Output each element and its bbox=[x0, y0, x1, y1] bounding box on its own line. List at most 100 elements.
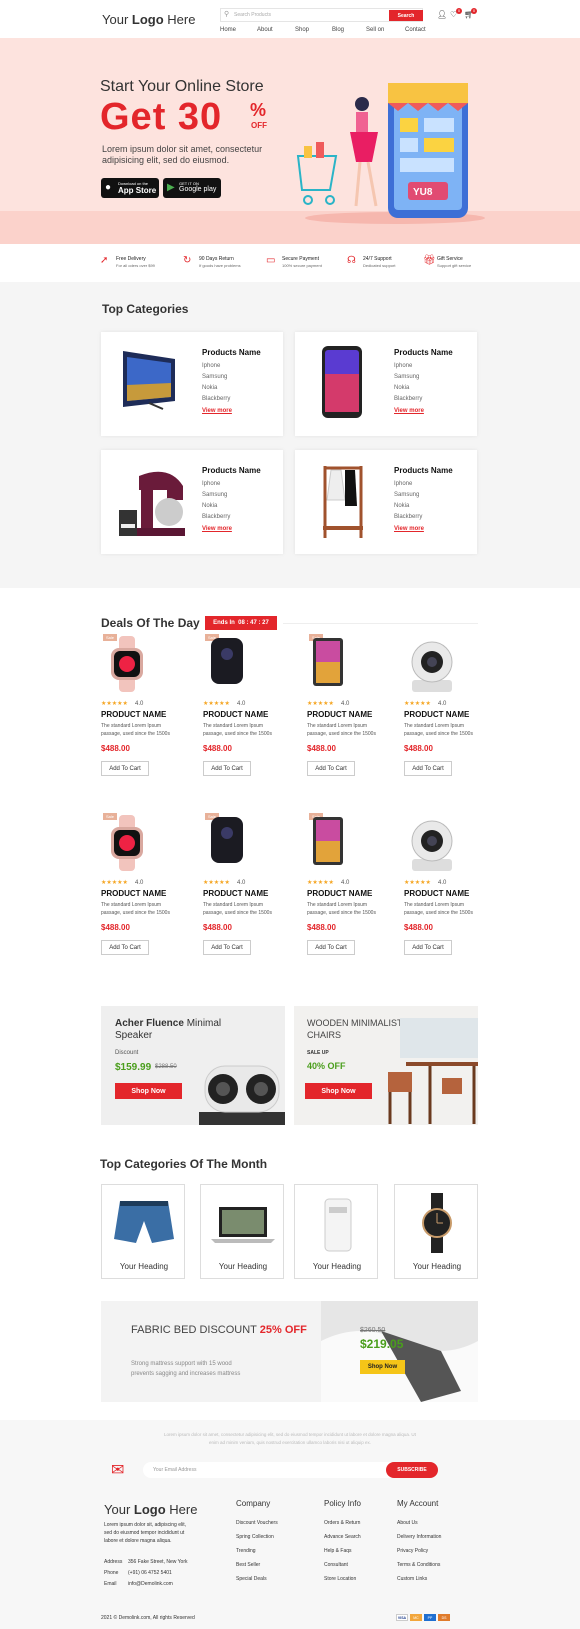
rating-stars: ★★★★★ bbox=[101, 701, 128, 707]
nav-sell-on[interactable]: Sell on bbox=[366, 27, 384, 33]
footer-link[interactable]: Advance Search bbox=[324, 1534, 361, 1540]
add-to-cart-button[interactable]: Add To Cart bbox=[307, 761, 355, 776]
add-to-cart-button[interactable]: Add To Cart bbox=[307, 940, 355, 955]
footer-link[interactable]: Privacy Policy bbox=[397, 1548, 441, 1554]
nav-contact[interactable]: Contact bbox=[405, 27, 426, 33]
product-image bbox=[408, 636, 456, 701]
subscribe-button[interactable]: SUBSCRIBE bbox=[386, 1462, 438, 1478]
deals-divider bbox=[283, 623, 478, 624]
nav-shop[interactable]: Shop bbox=[295, 27, 309, 33]
add-to-cart-button[interactable]: Add To Cart bbox=[404, 940, 452, 955]
phone-label: YU8 bbox=[413, 187, 433, 198]
category-item[interactable]: Blackberry bbox=[394, 512, 422, 523]
product-name[interactable]: PRODUCT NAME bbox=[203, 889, 268, 898]
view-more-link[interactable]: View more bbox=[202, 408, 232, 414]
product-card[interactable]: Sale ★★★★★ 4.0 PRODUCT NAME The standard Lor… bbox=[101, 628, 196, 788]
product-name[interactable]: PRODUCT NAME bbox=[307, 889, 372, 898]
category-item[interactable]: Blackberry bbox=[394, 394, 422, 405]
product-price: $488.00 bbox=[404, 923, 433, 932]
footer-link[interactable]: Spring Collection bbox=[236, 1534, 278, 1540]
footer-link[interactable]: Delivery Information bbox=[397, 1534, 441, 1540]
product-name[interactable]: PRODUCT NAME bbox=[203, 710, 268, 719]
product-desc-1: The standard Lorem Ipsum bbox=[307, 723, 368, 729]
product-card[interactable]: Sale ★★★★★ 4.0 PRODUCT NAME The standard Lor… bbox=[203, 807, 298, 967]
product-card[interactable]: Sale ★★★★★ 4.0 PRODUCT NAME The standard Lor… bbox=[101, 807, 196, 967]
product-desc-2: passage, used since the 1500s bbox=[203, 731, 272, 737]
chairs-image bbox=[388, 1018, 478, 1124]
add-to-cart-button[interactable]: Add To Cart bbox=[101, 940, 149, 955]
footer-link[interactable]: Trending bbox=[236, 1548, 278, 1554]
product-name[interactable]: PRODUCT NAME bbox=[101, 889, 166, 898]
footer-link[interactable]: Consultant bbox=[324, 1562, 361, 1568]
month-card-label: Your Heading bbox=[312, 1262, 362, 1271]
category-item[interactable]: Samsung bbox=[202, 490, 230, 501]
category-name: Products Name bbox=[394, 466, 453, 475]
footer-col-title: Policy Info bbox=[324, 1499, 361, 1508]
category-item[interactable]: Nokia bbox=[202, 501, 230, 512]
category-item[interactable]: Iphone bbox=[394, 479, 422, 490]
shop-now-button[interactable]: Shop Now bbox=[305, 1083, 372, 1099]
product-card[interactable]: Sale ★★★★★ 4.0 PRODUCT NAME The standard Lor… bbox=[307, 807, 402, 967]
add-to-cart-button[interactable]: Add To Cart bbox=[101, 761, 149, 776]
google-play-button[interactable]: ▶ GET IT ON Google play bbox=[163, 178, 221, 198]
add-to-cart-button[interactable]: Add To Cart bbox=[404, 761, 452, 776]
month-card-2[interactable]: Your Heading bbox=[200, 1184, 284, 1279]
view-more-link[interactable]: View more bbox=[394, 408, 424, 414]
add-to-cart-button[interactable]: Add To Cart bbox=[203, 940, 251, 955]
logo[interactable]: Your Logo Here bbox=[102, 12, 195, 27]
month-card-1[interactable]: Your Heading bbox=[101, 1184, 185, 1279]
footer-logo[interactable]: Your Logo Here bbox=[104, 1502, 197, 1517]
footer-link[interactable]: Orders & Return bbox=[324, 1520, 361, 1526]
fabric-desc-1: Strong mattress support with 15 wood bbox=[131, 1361, 232, 1367]
footer-link[interactable]: Custom Links bbox=[397, 1576, 441, 1582]
search-input[interactable]: Search Products bbox=[234, 12, 271, 18]
product-name[interactable]: PRODUCT NAME bbox=[404, 710, 469, 719]
product-card[interactable]: Sale ★★★★★ 4.0 PRODUCT NAME The standard Lor… bbox=[203, 628, 298, 788]
category-item[interactable]: Iphone bbox=[202, 361, 230, 372]
category-item[interactable]: Nokia bbox=[394, 501, 422, 512]
category-item[interactable]: Samsung bbox=[394, 490, 422, 501]
footer-link[interactable]: Help & Faqs bbox=[324, 1548, 361, 1554]
shop-now-button[interactable]: Shop Now bbox=[360, 1360, 405, 1374]
nav-blog[interactable]: Blog bbox=[332, 27, 344, 33]
nav-home[interactable]: Home bbox=[220, 27, 236, 33]
user-icon[interactable]: 👤︎ bbox=[437, 10, 447, 19]
add-to-cart-button[interactable]: Add To Cart bbox=[203, 761, 251, 776]
category-item[interactable]: Blackberry bbox=[202, 512, 230, 523]
product-card[interactable]: Sale ★★★★★ 4.0 PRODUCT NAME The standard Lor… bbox=[307, 628, 402, 788]
product-name[interactable]: PRODUCT NAME bbox=[101, 710, 166, 719]
view-more-link[interactable]: View more bbox=[202, 526, 232, 532]
product-image bbox=[408, 815, 456, 880]
footer-link[interactable]: Terms & Conditions bbox=[397, 1562, 441, 1568]
shop-now-button[interactable]: Shop Now bbox=[115, 1083, 182, 1099]
footer-link[interactable]: Discount Vouchers bbox=[236, 1520, 278, 1526]
product-card[interactable]: ★★★★★ 4.0 PRODUCT NAME The standard Lorem I… bbox=[404, 628, 499, 788]
product-name[interactable]: PRODUCT NAME bbox=[307, 710, 372, 719]
category-item[interactable]: Nokia bbox=[394, 383, 422, 394]
product-name[interactable]: PRODUCT NAME bbox=[404, 889, 469, 898]
product-card[interactable]: ★★★★★ 4.0 PRODUCT NAME The standard Lorem I… bbox=[404, 807, 499, 967]
footer-link[interactable]: Special Deals bbox=[236, 1576, 278, 1582]
view-more-link[interactable]: View more bbox=[394, 526, 424, 532]
month-card-4[interactable]: Your Heading bbox=[394, 1184, 478, 1279]
category-item[interactable]: Iphone bbox=[394, 361, 422, 372]
category-item[interactable]: Iphone bbox=[202, 479, 230, 490]
email-value[interactable]: info@Demolink.com bbox=[128, 1581, 173, 1587]
app-store-button[interactable]: ● Download on the App Store bbox=[101, 178, 159, 198]
footer-link[interactable]: Store Location bbox=[324, 1576, 361, 1582]
category-item[interactable]: Blackberry bbox=[202, 394, 230, 405]
category-item[interactable]: Samsung bbox=[202, 372, 230, 383]
category-item[interactable]: Nokia bbox=[202, 383, 230, 394]
product-desc-2: passage, used since the 1500s bbox=[307, 731, 376, 737]
footer-col-policy: Policy Info Orders & Return Advance Sear… bbox=[324, 1499, 361, 1590]
footer-link[interactable]: About Us bbox=[397, 1520, 441, 1526]
month-card-3[interactable]: Your Heading bbox=[294, 1184, 378, 1279]
category-item[interactable]: Samsung bbox=[394, 372, 422, 383]
footer-link[interactable]: Best Seller bbox=[236, 1562, 278, 1568]
search-button[interactable]: Search bbox=[389, 10, 423, 21]
category-list: Iphone Samsung Nokia Blackberry bbox=[394, 479, 422, 523]
nav-about[interactable]: About bbox=[257, 27, 273, 33]
newsletter-text-2: enim ad minim veniam, quis nostrud exerc… bbox=[208, 1440, 372, 1445]
product-desc-1: The standard Lorem Ipsum bbox=[307, 902, 368, 908]
address-value: 356 Fake Street, New York bbox=[128, 1559, 188, 1565]
